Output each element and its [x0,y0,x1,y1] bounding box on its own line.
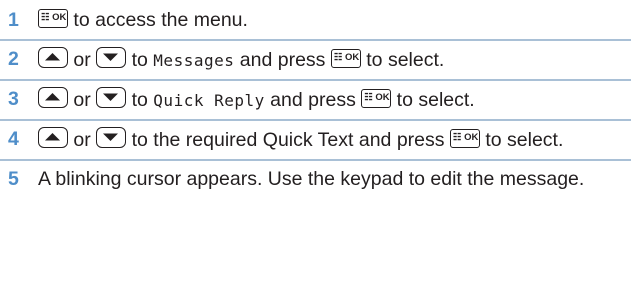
instruction-text: or [68,129,97,151]
step-5: 5 A blinking cursor appears. Use the keyp… [0,161,631,198]
instruction-text: to [126,49,154,71]
down-arrow-key-icon [96,127,127,148]
step-3: 3 or to Quick Reply and press ☷ OK to se… [0,81,631,121]
menu-item-name: Messages [153,51,235,70]
step-2: 2 or to Messages and press ☷ OK to selec… [0,41,631,81]
up-arrow-key-icon [38,87,68,108]
down-arrow-key-icon [96,87,127,108]
step-text: A blinking cursor appears. Use the keypa… [38,167,631,192]
instruction-text: to select. [391,89,475,111]
ok-key-label: ☷ OK [364,92,390,103]
ok-key-icon: ☷ OK [449,129,480,148]
step-number: 4 [8,128,19,150]
ok-key-label: ☷ OK [452,132,479,143]
menu-item-name: Quick Reply [153,91,265,110]
step-1: 1 ☷ OK to access the menu. [0,2,631,41]
step-text: or to Quick Reply and press ☷ OK to sele… [38,87,631,113]
step-number: 2 [8,48,19,70]
instruction-text: and press [234,49,331,71]
instruction-text: A blinking cursor appears. Use the keypa… [38,168,585,190]
step-text: or to the required Quick Text and press … [38,127,631,153]
up-arrow-key-icon [38,127,68,148]
ok-key-icon: ☷ OK [361,89,392,108]
step-number: 5 [8,168,19,190]
step-text: or to Messages and press ☷ OK to select. [38,47,631,73]
step-number: 1 [8,9,19,31]
instruction-text: to the required Quick Text and press [126,129,450,151]
ok-key-icon: ☷ OK [38,9,68,28]
instruction-steps: 1 ☷ OK to access the menu. 2 or to Message… [0,0,631,198]
ok-key-label: ☷ OK [333,52,360,63]
down-arrow-key-icon [96,47,127,68]
ok-key-icon: ☷ OK [330,49,361,68]
up-arrow-key-icon [38,47,68,68]
instruction-text: or [68,49,97,71]
step-text: ☷ OK to access the menu. [38,8,631,33]
step-4: 4 or to the required Quick Text and pres… [0,121,631,161]
instruction-text: or [68,89,97,111]
instruction-text: to select. [360,49,445,71]
instruction-text: to [126,89,154,111]
ok-key-label: ☷ OK [41,12,67,23]
instruction-text: and press [264,89,362,111]
instruction-text: to select. [479,129,564,151]
instruction-text: to access the menu. [68,9,248,31]
step-number: 3 [8,88,19,110]
